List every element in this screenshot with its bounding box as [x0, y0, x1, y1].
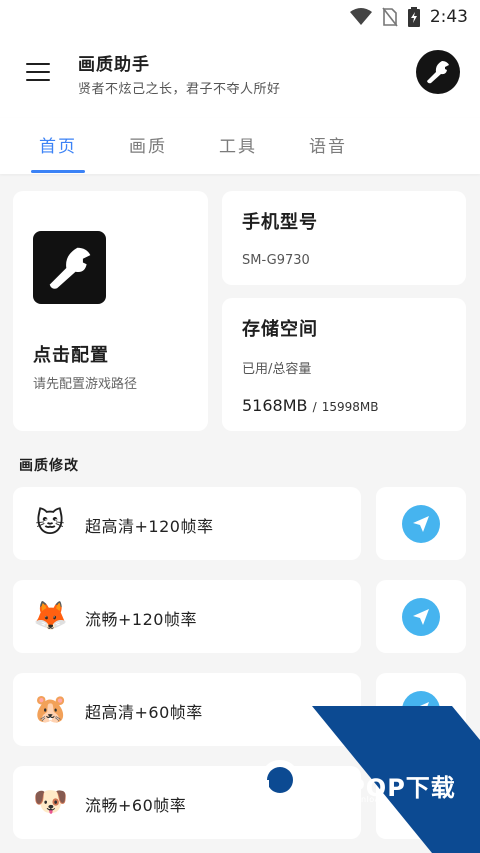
storage-separator: / [312, 400, 317, 414]
cat-icon: 🐱 [35, 506, 65, 539]
app-title: 画质助手 [78, 55, 150, 75]
battery-charging-icon [407, 7, 420, 27]
status-icons: 2:43 [349, 6, 468, 28]
tab-tools[interactable]: 工具 [210, 118, 266, 174]
quality-mode-label: 流畅+60帧率 [85, 796, 187, 815]
quality-mode-card[interactable]: 🐱 超高清+120帧率 [13, 487, 361, 560]
hamburger-menu-icon[interactable] [26, 63, 50, 87]
tab-voice[interactable]: 语音 [300, 118, 356, 174]
quality-mode-card[interactable]: 🐶 流畅+60帧率 [13, 766, 361, 839]
storage-card: 存储空间 已用/总容量 5168MB / 15998MB [222, 298, 466, 431]
settings-button[interactable] [416, 50, 460, 94]
tab-home[interactable]: 首页 [30, 118, 86, 174]
quality-mode-label: 流畅+120帧率 [85, 610, 197, 629]
pcpop-logo-icon [260, 760, 300, 804]
quality-mode-card[interactable]: 🐹 超高清+60帧率 [13, 673, 361, 746]
app-header: 画质助手 贤者不炫己之长，君子不夺人所好 [0, 34, 480, 118]
send-icon [402, 505, 440, 543]
tab-quality[interactable]: 画质 [120, 118, 176, 174]
storage-used: 5168MB [242, 396, 308, 415]
quality-section-title: 画质修改 [19, 458, 79, 474]
status-bar: 2:43 [0, 0, 480, 34]
storage-label: 已用/总容量 [242, 362, 312, 377]
config-title: 点击配置 [33, 345, 109, 366]
watermark-subtext: PCPOP Download [310, 795, 386, 804]
phone-model-value: SM-G9730 [242, 253, 310, 268]
storage-values: 5168MB / 15998MB [242, 396, 379, 415]
config-icon-tile [33, 231, 106, 304]
wrench-icon [427, 61, 449, 84]
storage-total: 15998MB [321, 400, 379, 414]
phone-model-title: 手机型号 [242, 212, 318, 233]
tab-bar: 首页 画质 工具 语音 [0, 118, 480, 174]
active-tab-indicator [31, 170, 85, 173]
quality-mode-label: 超高清+120帧率 [85, 517, 214, 536]
wrench-icon [49, 247, 90, 289]
no-sim-icon [382, 7, 398, 27]
apply-mode-button[interactable] [376, 487, 466, 560]
phone-model-card: 手机型号 SM-G9730 [222, 191, 466, 285]
hamster-icon: 🐹 [33, 692, 68, 725]
quality-mode-card[interactable]: 🦊 流畅+120帧率 [13, 580, 361, 653]
apply-mode-button[interactable] [376, 673, 466, 746]
send-icon [402, 691, 440, 729]
config-card[interactable]: 点击配置 请先配置游戏路径 [13, 191, 208, 431]
wifi-icon [349, 8, 372, 25]
dog-icon: 🐶 [33, 785, 68, 818]
quality-mode-row: 🐱 超高清+120帧率 [13, 487, 466, 560]
fox-icon: 🦊 [33, 599, 68, 632]
storage-title: 存储空间 [242, 319, 318, 340]
config-subtitle: 请先配置游戏路径 [33, 377, 138, 392]
quality-mode-row: 🐹 超高清+60帧率 [13, 673, 466, 746]
status-time: 2:43 [429, 7, 468, 27]
send-icon [402, 598, 440, 636]
quality-mode-label: 超高清+60帧率 [85, 703, 203, 722]
quality-mode-row: 🦊 流畅+120帧率 [13, 580, 466, 653]
app-subtitle: 贤者不炫己之长，君子不夺人所好 [78, 82, 281, 97]
apply-mode-button[interactable] [376, 580, 466, 653]
